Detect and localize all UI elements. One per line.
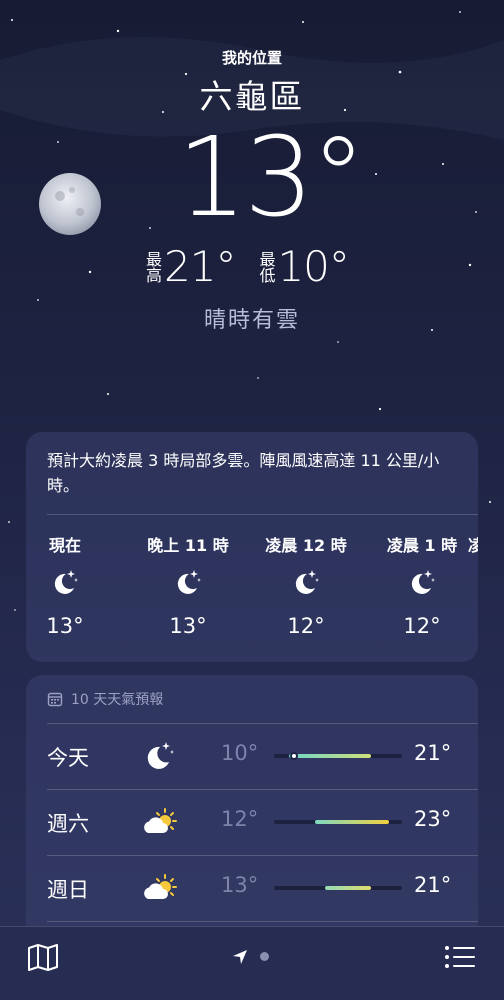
hour-item: 凌	[468, 532, 478, 555]
location-arrow-icon[interactable]	[232, 949, 248, 965]
location-name: 六龜區	[199, 77, 305, 116]
forecast-row-sunday[interactable]: 週日 13° 21°	[26, 856, 478, 921]
hour-label: 凌晨 1 時	[386, 536, 458, 555]
page-indicator-dot[interactable]	[260, 952, 269, 961]
temperature-range-bar	[274, 752, 402, 760]
temperature-range-fill	[325, 886, 372, 890]
day-label: 週六	[47, 812, 89, 836]
current-temperature-dot	[290, 752, 299, 760]
divider	[47, 921, 478, 922]
low-temperature: 10°	[277, 242, 349, 291]
hour-item: 晚上 11 時 13°	[133, 532, 243, 638]
hour-temperature: 13°	[46, 614, 84, 638]
partly-cloudy-sun-icon	[144, 874, 177, 899]
hour-temperature: 13°	[169, 614, 207, 638]
hour-temperature: 12°	[403, 614, 441, 638]
low-temperature: 12°	[221, 807, 259, 831]
low-temperature: 13°	[221, 873, 259, 897]
temperature-range-fill	[314, 820, 390, 824]
high-low-temperatures: 最高 21° 最低 10°	[143, 242, 371, 291]
hour-label: 凌晨 12 時	[265, 536, 347, 555]
forecast-row-saturday[interactable]: 週六 12° 23°	[26, 790, 478, 855]
partly-cloudy-sun-icon	[144, 808, 177, 833]
high-temperature: 23°	[414, 807, 452, 831]
current-condition: 晴時有雲	[203, 308, 300, 333]
temperature-range-fill	[289, 754, 372, 758]
hour-item: 現在 13°	[26, 532, 120, 638]
hour-label: 凌	[468, 536, 478, 555]
moon-stars-icon	[295, 570, 319, 594]
divider	[47, 514, 478, 515]
calendar-icon	[47, 692, 63, 707]
hourly-summary: 預計大約凌晨 3 時局部多雲。陣風風速高達 11 公里/小時。	[47, 451, 440, 495]
low-temperature: 10°	[221, 741, 259, 765]
list-icon[interactable]	[444, 943, 476, 971]
moon-stars-icon	[411, 570, 435, 594]
temperature-range-bar	[274, 886, 402, 890]
hourly-forecast-card[interactable]: 預計大約凌晨 3 時局部多雲。陣風風速高達 11 公里/小時。 現在 13° 晚…	[26, 432, 478, 662]
current-temperature: 13°	[177, 113, 366, 241]
forecast-header: 10 天天氣預報	[47, 689, 163, 709]
location-caption: 我的位置	[221, 49, 282, 67]
high-label: 最高	[143, 250, 162, 283]
low-label: 最低	[256, 250, 276, 283]
moon-stars-icon	[177, 570, 201, 594]
bottom-toolbar	[0, 926, 504, 1000]
forecast-row-today[interactable]: 今天 10° 21°	[26, 724, 478, 789]
temperature-range-bar	[274, 820, 402, 824]
hour-item: 凌晨 12 時 12°	[251, 532, 361, 638]
hourly-scroll[interactable]: 現在 13° 晚上 11 時 13° 凌晨 12 時 12° 凌晨 1 時 12…	[26, 532, 478, 652]
moon-icon	[39, 173, 101, 235]
moon-stars-icon	[54, 570, 78, 594]
day-label: 今天	[47, 746, 89, 770]
map-icon[interactable]	[26, 942, 60, 972]
hour-item: 凌晨 1 時 12°	[367, 532, 477, 638]
hour-label: 晚上 11 時	[147, 536, 229, 555]
hour-label: 現在	[48, 536, 81, 555]
high-temperature: 21°	[414, 741, 452, 765]
hour-temperature: 12°	[287, 614, 325, 638]
moon-stars-icon	[147, 742, 174, 769]
high-temperature: 21°	[164, 242, 236, 291]
high-temperature: 21°	[414, 873, 452, 897]
day-label: 週日	[47, 878, 89, 902]
forecast-title: 10 天天氣預報	[71, 692, 164, 708]
